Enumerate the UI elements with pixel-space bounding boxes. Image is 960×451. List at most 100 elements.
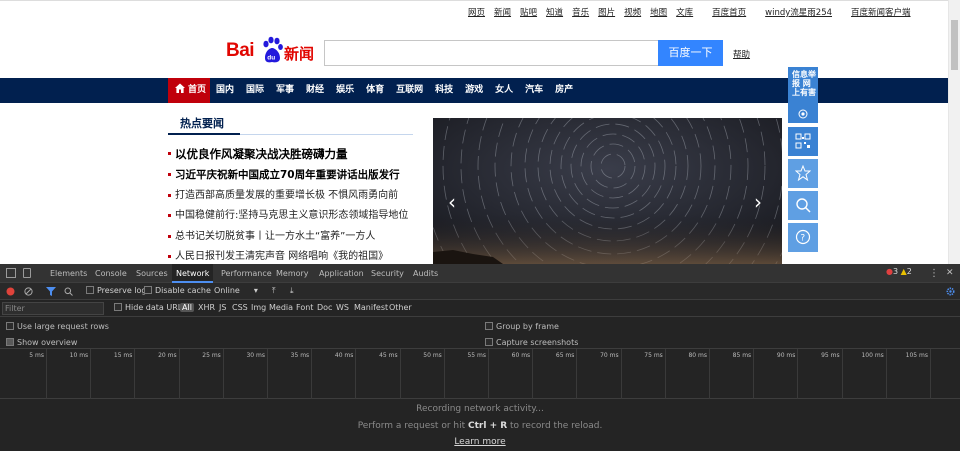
nav-item-tech[interactable]: 科技 <box>435 85 453 95</box>
filter-type-all[interactable]: All <box>180 303 194 312</box>
timeline-tick-label: 85 ms <box>732 352 752 359</box>
favorite-button[interactable] <box>788 159 818 188</box>
tab-console[interactable]: Console <box>95 264 127 283</box>
timeline-overview[interactable]: 5 ms 10 ms 15 ms 20 ms 25 ms 30 ms 35 ms 40 ms 4… <box>0 349 960 399</box>
network-settings-gear-icon[interactable] <box>946 287 955 296</box>
timeline-tick-label: 70 ms <box>600 352 619 359</box>
preserve-log-checkbox[interactable]: Preserve log <box>86 286 147 295</box>
nav-item-domestic[interactable]: 国内 <box>216 85 234 95</box>
top-link-zhidao[interactable]: 知道 <box>546 8 563 18</box>
tab-memory[interactable]: Memory <box>276 264 309 283</box>
top-link-wenku[interactable]: 文库 <box>676 8 693 18</box>
headline-item[interactable]: 人民日报刊发王清宪声音 网络唱响《我的祖国》 <box>168 247 428 264</box>
nav-home[interactable]: 首页 <box>168 78 210 103</box>
nav-item-sports[interactable]: 体育 <box>366 85 384 95</box>
timeline-tick-label: 5 ms <box>29 352 44 359</box>
nav-item-women[interactable]: 女人 <box>495 85 513 95</box>
filter-type-manifest[interactable]: Manifest <box>354 303 388 312</box>
filter-type-xhr[interactable]: XHR <box>198 303 215 312</box>
page-scrollbar[interactable] <box>948 0 960 264</box>
user-link[interactable]: windy流星雨254 <box>765 8 832 18</box>
timeline-tick: 40 ms <box>335 349 357 399</box>
headline-item[interactable]: 以优良作风凝聚决战决胜磅礴力量 <box>168 144 428 165</box>
filter-type-ws[interactable]: WS <box>336 303 349 312</box>
disable-cache-checkbox[interactable]: Disable cache <box>144 286 211 295</box>
show-overview-checkbox[interactable]: Show overview <box>6 338 77 347</box>
record-icon[interactable] <box>6 287 15 296</box>
export-har-icon[interactable]: ⤓ <box>290 286 294 296</box>
top-link-image[interactable]: 图片 <box>598 8 615 18</box>
hot-news-title[interactable]: 热点要闻 <box>180 115 224 131</box>
top-link-baidu-home[interactable]: 百度首页 <box>712 8 746 18</box>
headline-item[interactable]: 习近平庆祝新中国成立70周年重要讲话出版发行 <box>168 165 428 186</box>
banner-prev-arrow-icon[interactable]: ‹ <box>448 190 456 214</box>
headline-item[interactable]: 中国稳健前行:坚持马克思主义意识形态领域指导地位 <box>168 206 428 227</box>
capture-screenshots-check <box>485 338 493 346</box>
throttle-select[interactable]: Online ▾ <box>214 286 258 295</box>
tab-performance[interactable]: Performance <box>221 264 272 283</box>
capture-screenshots-checkbox[interactable]: Capture screenshots <box>485 338 578 347</box>
timeline-tick: 75 ms <box>644 349 666 399</box>
close-devtools-icon[interactable]: ✕ <box>946 264 954 283</box>
filter-type-js[interactable]: JS <box>219 303 226 312</box>
filter-input[interactable]: Filter <box>2 302 104 315</box>
nav-item-military[interactable]: 军事 <box>276 85 294 95</box>
tab-application[interactable]: Application <box>319 264 364 283</box>
banner-next-arrow-icon[interactable]: › <box>754 190 762 214</box>
search-side-button[interactable] <box>788 191 818 220</box>
filter-type-doc[interactable]: Doc <box>317 303 332 312</box>
scrollbar-thumb[interactable] <box>951 20 958 70</box>
inspect-element-icon[interactable] <box>6 268 16 278</box>
qr-code-button[interactable] <box>788 127 818 156</box>
nav-item-games[interactable]: 游戏 <box>465 85 483 95</box>
tab-sources[interactable]: Sources <box>136 264 168 283</box>
report-target-icon <box>798 109 808 119</box>
filter-type-css[interactable]: CSS <box>232 303 248 312</box>
headline-item[interactable]: 打造西部高质量发展的重要增长极 不惧风雨勇向前 <box>168 186 428 207</box>
nav-item-finance[interactable]: 财经 <box>306 85 324 95</box>
nav-item-internet[interactable]: 互联网 <box>396 85 423 95</box>
filter-type-img[interactable]: Img <box>251 303 266 312</box>
timeline-tick-label: 80 ms <box>688 352 707 359</box>
filter-type-font[interactable]: Font <box>296 303 313 312</box>
nav-item-entertainment[interactable]: 娱乐 <box>336 85 354 95</box>
help-link[interactable]: 帮助 <box>733 48 750 60</box>
headline-item[interactable]: 总书记关切脱贫事丨让一方水土“富养”一方人 <box>168 227 428 248</box>
news-client-link[interactable]: 百度新闻客户端 <box>851 8 911 18</box>
baidu-news-logo[interactable]: Bai du 新闻 <box>226 35 322 67</box>
device-toolbar-icon[interactable] <box>23 268 31 278</box>
nav-item-international[interactable]: 国际 <box>246 85 264 95</box>
learn-more-link[interactable]: Learn more <box>0 437 960 447</box>
large-rows-checkbox[interactable]: Use large request rows <box>6 322 109 331</box>
timeline-tick-label: 75 ms <box>644 352 663 359</box>
clear-icon[interactable] <box>24 287 33 296</box>
top-link-map[interactable]: 地图 <box>650 8 667 18</box>
filter-type-other[interactable]: Other <box>389 303 412 312</box>
search-input[interactable] <box>324 40 659 66</box>
nav-item-house[interactable]: 房产 <box>555 85 573 95</box>
search-network-icon[interactable] <box>64 287 73 296</box>
report-harmful-info-button[interactable]: 信息举报 网上有害 <box>788 67 818 123</box>
tab-network[interactable]: Network <box>172 264 214 283</box>
import-har-icon[interactable]: ⤒ <box>272 286 276 296</box>
tab-audits[interactable]: Audits <box>413 264 438 283</box>
top-link-video[interactable]: 视频 <box>624 8 641 18</box>
nav-item-auto[interactable]: 汽车 <box>525 85 543 95</box>
top-link-web[interactable]: 网页 <box>468 8 485 18</box>
star-trails-banner-image[interactable] <box>433 118 782 264</box>
hide-data-urls-checkbox[interactable]: Hide data URLs <box>114 303 186 312</box>
filter-type-media[interactable]: Media <box>269 303 293 312</box>
feedback-button[interactable]: ? <box>788 223 818 252</box>
group-by-frame-checkbox[interactable]: Group by frame <box>485 322 559 331</box>
devtools-tab-bar: Elements Console Sources Network Perform… <box>0 264 960 283</box>
filter-icon[interactable] <box>46 287 56 296</box>
error-warning-counter[interactable]: ●3 ▲2 <box>886 267 912 276</box>
top-link-news[interactable]: 新闻 <box>494 8 511 18</box>
devtools-menu-icon[interactable]: ⋮ <box>929 264 939 283</box>
tab-elements[interactable]: Elements <box>50 264 87 283</box>
disable-cache-label: Disable cache <box>155 286 211 295</box>
tab-security[interactable]: Security <box>371 264 404 283</box>
top-link-tieba[interactable]: 贴吧 <box>520 8 537 18</box>
search-button[interactable]: 百度一下 <box>658 40 723 66</box>
top-link-music[interactable]: 音乐 <box>572 8 589 18</box>
